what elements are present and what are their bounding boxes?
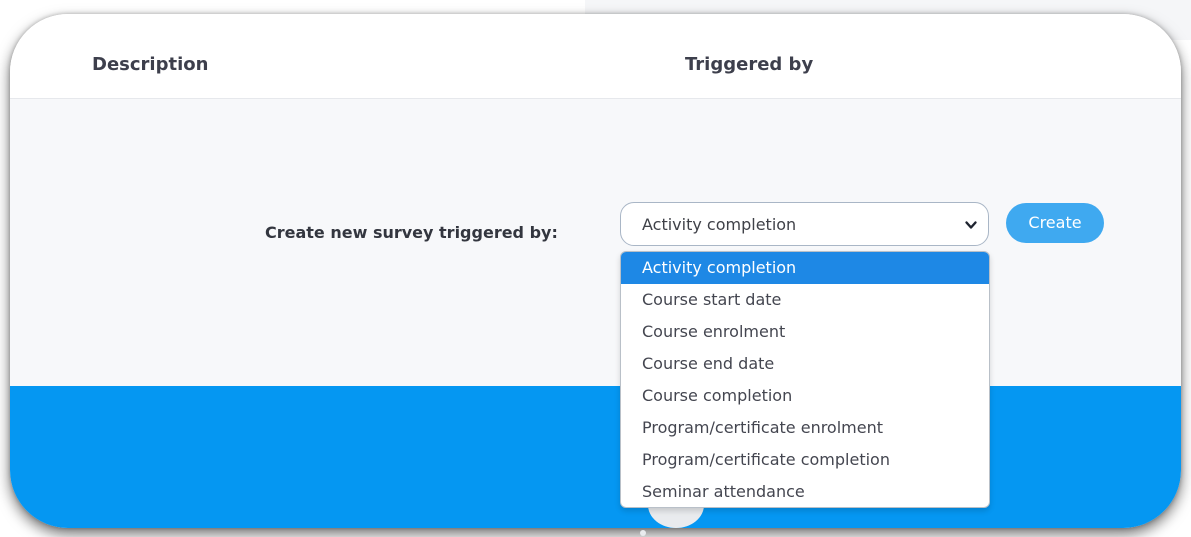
option-program-certificate-completion[interactable]: Program/certificate completion (621, 444, 989, 476)
column-header-description: Description (92, 54, 209, 75)
column-header-triggered-by: Triggered by (685, 54, 814, 75)
trigger-options-list: Activity completion Course start date Co… (620, 251, 990, 508)
option-course-end-date[interactable]: Course end date (621, 348, 989, 380)
option-course-start-date[interactable]: Course start date (621, 284, 989, 316)
option-seminar-attendance[interactable]: Seminar attendance (621, 476, 989, 507)
option-course-enrolment[interactable]: Course enrolment (621, 316, 989, 348)
option-course-completion[interactable]: Course completion (621, 380, 989, 412)
table-header: Description Triggered by (10, 14, 1181, 99)
chevron-down-icon (965, 221, 977, 229)
option-activity-completion[interactable]: Activity completion (621, 252, 989, 284)
card-footer (10, 386, 1181, 528)
footer-dot (640, 530, 646, 536)
survey-card: Description Triggered by (10, 14, 1181, 528)
create-survey-label: Create new survey triggered by: (265, 223, 558, 242)
trigger-select-value: Activity completion (642, 215, 797, 234)
option-program-certificate-enrolment[interactable]: Program/certificate enrolment (621, 412, 989, 444)
trigger-select[interactable]: Activity completion (620, 202, 989, 246)
create-button[interactable]: Create (1006, 203, 1104, 243)
card-body (10, 99, 1181, 386)
